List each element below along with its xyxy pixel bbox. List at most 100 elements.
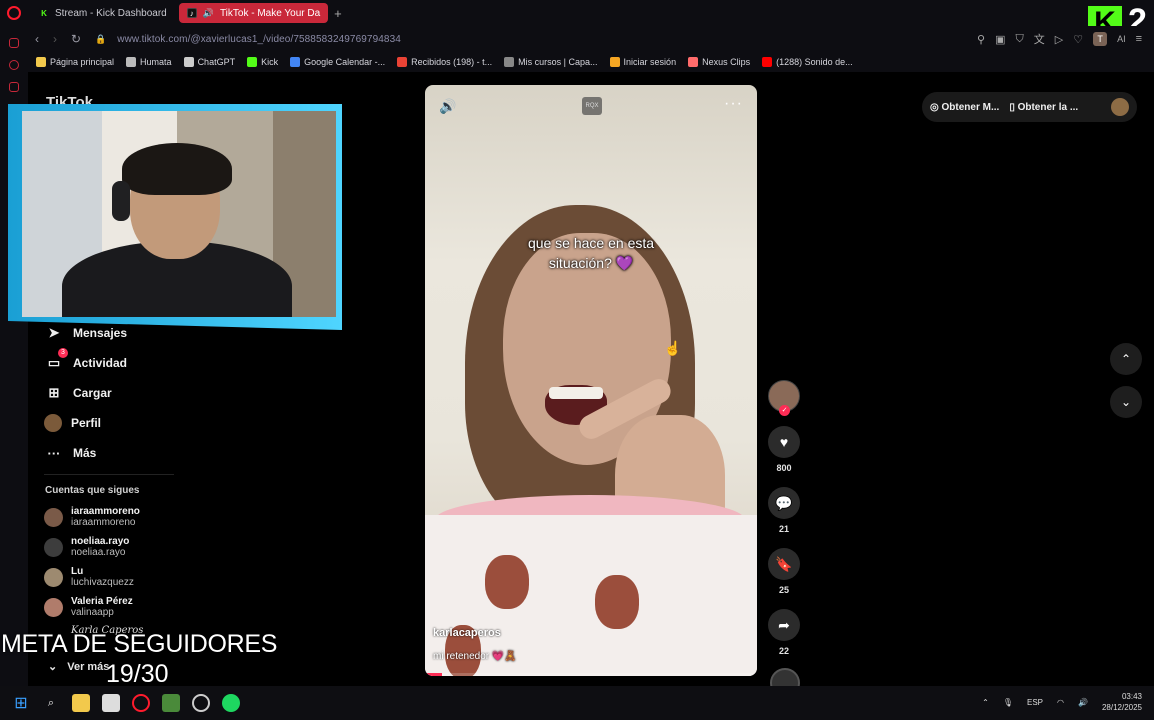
bookmark-item[interactable]: Mis cursos | Capa...: [504, 57, 598, 67]
get-coins-button[interactable]: ◎ Obtener M...: [930, 102, 999, 113]
caption-line: situación? 💜: [548, 255, 634, 271]
avatar: [44, 597, 63, 617]
bookmark-item[interactable]: Nexus Clips: [688, 57, 750, 67]
play-icon[interactable]: ▷: [1055, 33, 1063, 46]
video-author[interactable]: karlacaperos: [433, 627, 501, 639]
more-options-icon[interactable]: ···: [724, 95, 743, 113]
spotify-icon[interactable]: [222, 694, 240, 712]
comment-count: 21: [778, 524, 789, 534]
address-bar: ‹ › ↻ 🔒 www.tiktok.com/@xavierlucas1_/vi…: [28, 26, 1154, 52]
action-bar: ✓ ♥ 800 💬 21 🔖 25 ➦ 22: [768, 380, 802, 698]
pin-icon[interactable]: ⚲: [977, 33, 985, 46]
sidebar-app-icon[interactable]: [9, 38, 19, 48]
store-icon[interactable]: [102, 694, 120, 712]
nav-upload[interactable]: ⊞ Cargar: [44, 378, 127, 408]
phone-icon: ▯: [1009, 101, 1018, 113]
sidebar-app-icon[interactable]: [9, 60, 19, 70]
following-item[interactable]: Lu luchivazquezz: [44, 562, 140, 592]
share-icon[interactable]: ➦: [768, 609, 800, 641]
bookmark-item[interactable]: Recibidos (198) - t...: [397, 57, 492, 67]
opera-menu-button[interactable]: [7, 6, 21, 20]
speaker-icon[interactable]: 🔊: [203, 8, 214, 19]
following-item[interactable]: Valeria Pérez valinaapp: [44, 592, 140, 622]
search-icon[interactable]: ⌕: [42, 694, 60, 712]
activity-badge: 3: [58, 348, 68, 358]
ai-button[interactable]: AI: [1117, 34, 1126, 44]
minecraft-icon[interactable]: [162, 694, 180, 712]
kick-icon: K: [39, 8, 49, 18]
bookmark-label: Página principal: [50, 57, 115, 67]
bookmark-label: Google Calendar -...: [304, 57, 386, 67]
profile-avatar[interactable]: T: [1093, 32, 1108, 46]
url-field[interactable]: www.tiktok.com/@xavierlucas1_/video/7588…: [117, 34, 401, 45]
bookmark-icon[interactable]: 🔖: [768, 548, 800, 580]
previous-video-button[interactable]: ⌃: [1110, 343, 1142, 375]
bookmark-item[interactable]: Iniciar sesión: [609, 57, 676, 67]
user-avatar[interactable]: [1111, 98, 1129, 116]
following-item[interactable]: noeliaa.rayo noeliaa.rayo: [44, 532, 140, 562]
volume-icon[interactable]: 🔊: [1078, 698, 1088, 707]
next-video-button[interactable]: ⌄: [1110, 386, 1142, 418]
opera-icon[interactable]: [132, 694, 150, 712]
avatar: [44, 567, 63, 587]
bookmark-label: Humata: [140, 57, 172, 67]
following-item[interactable]: iaraammoreno iaraammoreno: [44, 502, 140, 532]
get-app-button[interactable]: ▯ Obtener la ...: [1009, 102, 1078, 113]
bookmark-item[interactable]: ChatGPT: [183, 57, 235, 67]
volume-icon[interactable]: 🔊: [439, 98, 456, 115]
bookmark-item[interactable]: Google Calendar -...: [290, 57, 385, 67]
nav-profile[interactable]: Perfil: [44, 408, 127, 438]
following-handle: luchivazquezz: [71, 577, 134, 588]
video-progress[interactable]: [425, 673, 757, 676]
heart-icon[interactable]: ♡: [1073, 33, 1083, 46]
bookmark-label: Mis cursos | Capa...: [518, 57, 598, 67]
comment-icon[interactable]: 💬: [768, 487, 800, 519]
video-player[interactable]: que se hace en esta situación? 💜 🔊 RQX ··…: [425, 85, 757, 676]
menu-icon[interactable]: ≡: [1136, 33, 1142, 45]
file-explorer-icon[interactable]: [72, 694, 90, 712]
screen: K Stream - Kick Dashboard ♪ 🔊 TikTok - M…: [0, 0, 1154, 720]
bookmark-item[interactable]: (1288) Sonido de...: [762, 57, 853, 67]
follower-goal-label: META DE SEGUIDORES: [1, 630, 278, 658]
bookmark-item[interactable]: Kick: [247, 57, 278, 67]
chevron-up-icon: ⌃: [1120, 352, 1132, 366]
nav-activity[interactable]: ▭ Actividad: [44, 348, 127, 378]
bookmark-icon: [688, 57, 699, 67]
nav-messages[interactable]: ➤ Mensajes: [44, 318, 127, 348]
reload-icon[interactable]: ↻: [71, 32, 81, 46]
sidebar-app-icon[interactable]: [9, 82, 19, 92]
following-handle: noeliaa.rayo: [71, 547, 126, 558]
video-caption: que se hace en esta situación? 💜: [425, 233, 757, 273]
wifi-icon[interactable]: ◠: [1057, 698, 1064, 707]
screenshot-icon[interactable]: ▣: [995, 33, 1005, 46]
windows-start-icon[interactable]: ⊞: [12, 694, 30, 712]
share-action[interactable]: ➦ 22: [768, 609, 800, 656]
save-action[interactable]: 🔖 25: [768, 548, 800, 595]
tab-tiktok[interactable]: ♪ 🔊 TikTok - Make Your Da: [178, 3, 329, 23]
bookmark-item[interactable]: Página principal: [36, 57, 114, 67]
clock[interactable]: 03:43 28/12/2025: [1102, 691, 1142, 713]
shield-icon[interactable]: ⛉: [1015, 33, 1023, 46]
chevron-down-icon: ⌄: [1120, 395, 1132, 409]
translate-icon[interactable]: 文: [1034, 31, 1045, 47]
app-icon[interactable]: [192, 694, 210, 712]
chevron-up-icon[interactable]: ⌃: [982, 698, 989, 707]
back-icon[interactable]: ‹: [35, 32, 39, 46]
bookmark-item[interactable]: Humata: [126, 57, 172, 67]
see-more-link[interactable]: ⌄ Ver más: [48, 660, 109, 673]
heart-icon[interactable]: ♥: [768, 426, 800, 458]
bookmark-icon: [397, 57, 408, 67]
button-label: Obtener M...: [941, 101, 1000, 113]
tab-kick-dashboard[interactable]: K Stream - Kick Dashboard: [31, 3, 175, 23]
nav-more[interactable]: ··· Más: [44, 438, 127, 468]
mouse-cursor-icon: ☝: [664, 340, 682, 356]
comment-action[interactable]: 💬 21: [768, 487, 800, 534]
microphone-icon[interactable]: 🎙: [1003, 698, 1013, 707]
chevron-down-icon: ⌄: [48, 661, 58, 673]
like-action[interactable]: ♥ 800: [768, 426, 800, 473]
new-tab-button[interactable]: +: [334, 6, 342, 21]
forward-icon[interactable]: ›: [53, 32, 57, 46]
language-indicator[interactable]: ESP: [1027, 698, 1043, 707]
bookmark-label: Recibidos (198) - t...: [411, 57, 493, 67]
creator-avatar[interactable]: ✓: [768, 380, 800, 416]
